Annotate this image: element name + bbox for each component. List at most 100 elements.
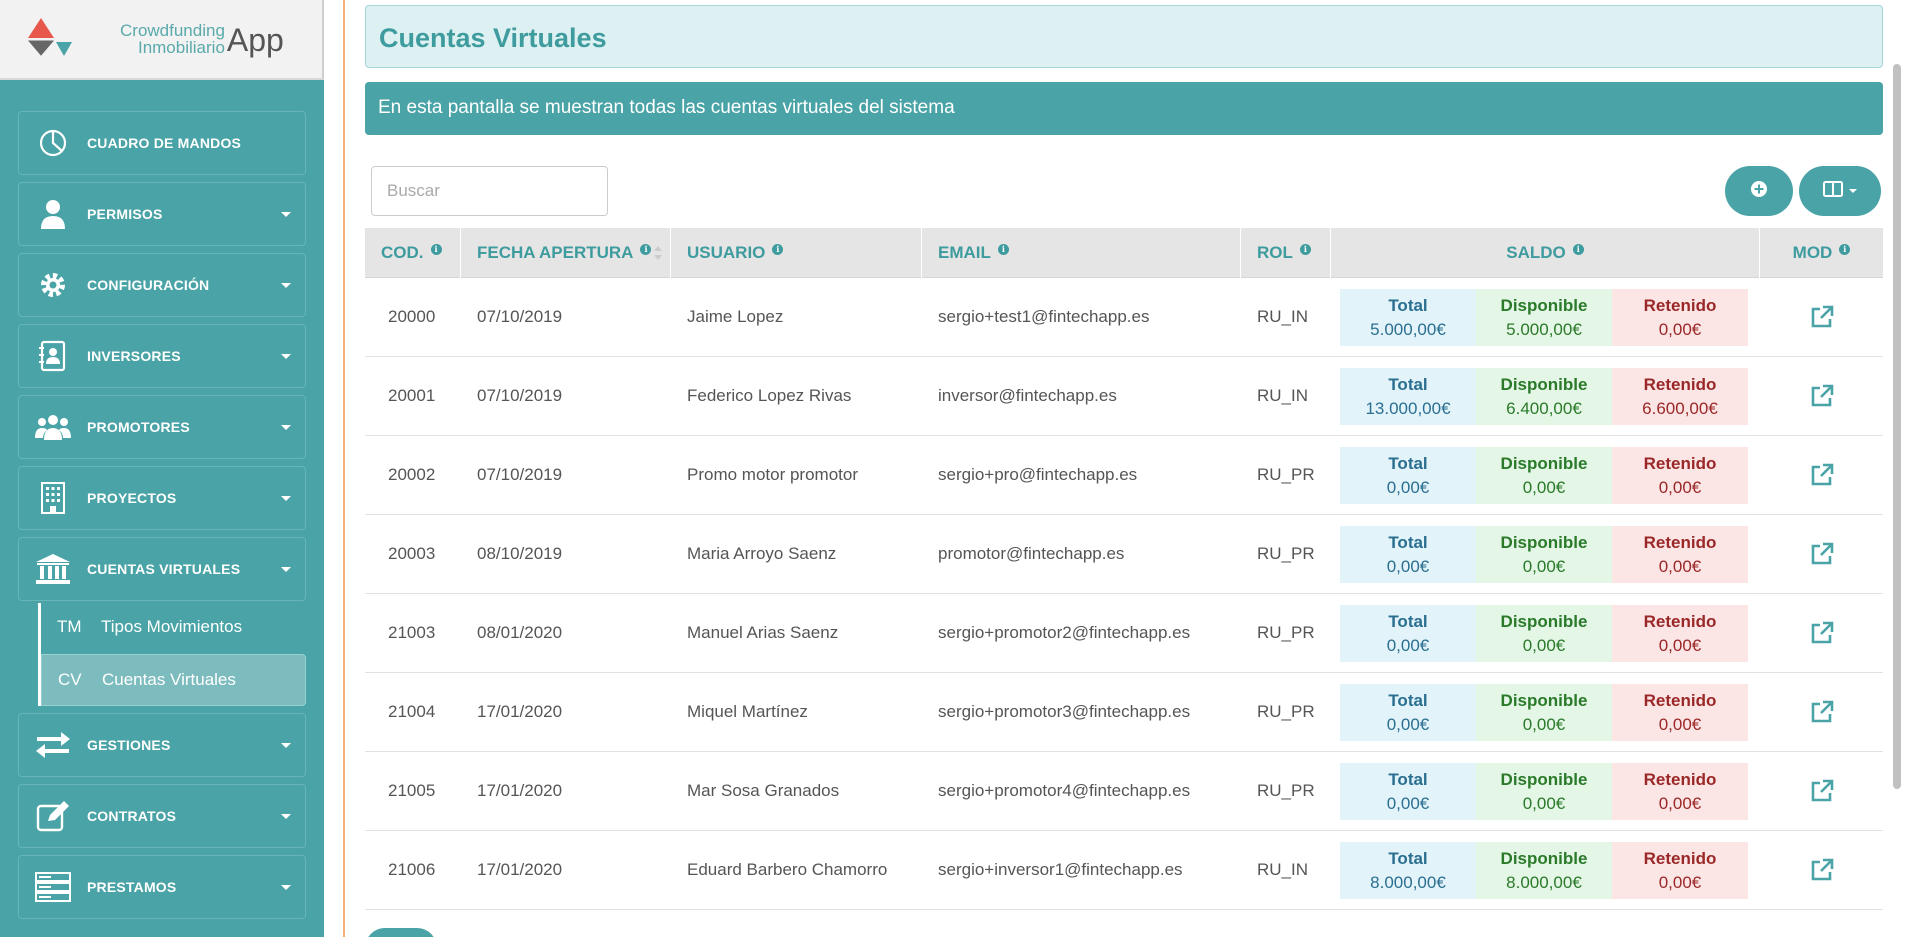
saldo-retenido-label: Retenido	[1643, 453, 1717, 473]
external-link-icon[interactable]	[1809, 304, 1835, 330]
info-icon[interactable]: i	[640, 243, 652, 255]
submenu-item-label: Tipos Movimientos	[101, 616, 243, 636]
external-link-icon[interactable]	[1809, 620, 1835, 646]
saldo-total-label: Total	[1388, 295, 1428, 315]
cell-email: sergio+test1@fintechapp.es	[938, 307, 1150, 326]
cell-usuario: Miquel Martínez	[687, 702, 808, 721]
submenu-item-tipos-movimientos[interactable]: TM Tipos Movimientos	[41, 603, 324, 650]
sidebar-item-prestamos[interactable]: PRESTAMOS	[18, 855, 306, 919]
sidebar-item-proyectos[interactable]: PROYECTOS	[18, 466, 306, 530]
bank-icon	[33, 549, 73, 589]
table-body: 20000 07/10/2019 Jaime Lopez sergio+test…	[365, 278, 1883, 910]
sidebar-item-promotores[interactable]: PROMOTORES	[18, 395, 306, 459]
saldo-total-value: 0,00€	[1386, 714, 1430, 734]
saldo-disponible-label: Disponible	[1500, 374, 1588, 394]
cell-fecha: 17/01/2020	[477, 702, 563, 721]
saldo-total-label: Total	[1388, 690, 1428, 710]
column-header-label: MOD	[1792, 243, 1833, 262]
sidebar-nav: CUADRO DE MANDOS PERMISOS CONFIGURACIÓN …	[0, 80, 324, 919]
column-header-saldo[interactable]: SALDO i	[1331, 228, 1760, 278]
table-row: 20000 07/10/2019 Jaime Lopez sergio+test…	[365, 278, 1883, 357]
cell-fecha: 17/01/2020	[477, 860, 563, 879]
external-link-icon[interactable]	[1809, 857, 1835, 883]
sidebar-item-cuentas-virtuales[interactable]: CUENTAS VIRTUALES	[18, 537, 306, 601]
info-icon[interactable]: i	[772, 243, 784, 255]
sidebar-item-configuracion[interactable]: CONFIGURACIÓN	[18, 253, 306, 317]
search-input[interactable]	[371, 166, 608, 216]
sidebar-item-label: GESTIONES	[87, 737, 171, 753]
add-button[interactable]	[1725, 166, 1793, 216]
sidebar-item-label: PROMOTORES	[87, 419, 190, 435]
column-header-fecha-apertura[interactable]: FECHA APERTURA i	[461, 228, 671, 278]
external-link-icon[interactable]	[1809, 778, 1835, 804]
plus-circle-icon	[1750, 180, 1768, 203]
saldo-retenido: Retenido 0,00€	[1612, 288, 1748, 346]
saldo-total-label: Total	[1388, 769, 1428, 789]
table-row: 21004 17/01/2020 Miquel Martínez sergio+…	[365, 673, 1883, 752]
external-link-icon[interactable]	[1809, 383, 1835, 409]
column-header-mod[interactable]: MOD i	[1760, 228, 1883, 278]
cell-fecha: 07/10/2019	[477, 465, 563, 484]
table-row: 21005 17/01/2020 Mar Sosa Granados sergi…	[365, 752, 1883, 831]
saldo-retenido: Retenido 0,00€	[1612, 841, 1748, 899]
chevron-down-icon	[281, 212, 291, 217]
sidebar-item-label: CONTRATOS	[87, 808, 177, 824]
column-header-email[interactable]: EMAIL i	[922, 228, 1241, 278]
external-link-icon[interactable]	[1809, 462, 1835, 488]
logo[interactable]: Crowdfunding Inmobiliario App	[0, 0, 324, 80]
column-header-label: FECHA APERTURA	[477, 243, 634, 262]
sidebar-item-label: PERMISOS	[87, 206, 163, 222]
column-header-label: ROL	[1257, 243, 1293, 262]
columns-icon	[1823, 180, 1843, 202]
submenu-item-abbr: TM	[57, 616, 82, 636]
pagination-button[interactable]	[365, 928, 437, 937]
gear-icon	[33, 265, 73, 305]
info-icon[interactable]: i	[430, 243, 442, 255]
external-link-icon[interactable]	[1809, 541, 1835, 567]
saldo-retenido-label: Retenido	[1643, 690, 1717, 710]
column-header-rol[interactable]: ROL i	[1241, 228, 1331, 278]
saldo-total-label: Total	[1388, 374, 1428, 394]
saldo-retenido-label: Retenido	[1643, 295, 1717, 315]
saldo-retenido-value: 0,00€	[1658, 793, 1702, 813]
saldo-total-label: Total	[1388, 532, 1428, 552]
scrollbar[interactable]	[1891, 4, 1901, 934]
sidebar-item-contratos[interactable]: CONTRATOS	[18, 784, 306, 848]
logo-text: Crowdfunding Inmobiliario App	[120, 22, 284, 56]
saldo-retenido: Retenido 0,00€	[1612, 446, 1748, 504]
cell-cod: 20003	[388, 544, 436, 563]
accounts-table: COD. i FECHA APERTURA i USUARIO i EMAIL …	[365, 228, 1883, 910]
sidebar-item-permisos[interactable]: PERMISOS	[18, 182, 306, 246]
sort-icon[interactable]	[654, 246, 662, 260]
cell-email: sergio+promotor2@fintechapp.es	[938, 623, 1191, 642]
chevron-down-icon	[281, 743, 291, 748]
cell-email: sergio+inversor1@fintechapp.es	[938, 860, 1183, 879]
scrollbar-thumb[interactable]	[1893, 64, 1901, 789]
info-icon[interactable]: i	[1839, 243, 1851, 255]
column-header-usuario[interactable]: USUARIO i	[671, 228, 922, 278]
saldo-disponible-label: Disponible	[1500, 453, 1588, 473]
building-icon	[33, 478, 73, 518]
saldo-total-value: 0,00€	[1386, 477, 1430, 497]
column-header-cod[interactable]: COD. i	[365, 228, 461, 278]
columns-toggle-button[interactable]	[1799, 166, 1881, 216]
cell-fecha: 17/01/2020	[477, 781, 563, 800]
submenu-item-cuentas-virtuales[interactable]: CV Cuentas Virtuales	[41, 654, 306, 706]
cell-fecha: 07/10/2019	[477, 386, 563, 405]
saldo-total: Total 0,00€	[1340, 525, 1476, 583]
sidebar-item-cuadro-de-mandos[interactable]: CUADRO DE MANDOS	[18, 111, 306, 175]
external-link-icon[interactable]	[1809, 699, 1835, 725]
saldo-total: Total 0,00€	[1340, 446, 1476, 504]
cell-fecha: 07/10/2019	[477, 307, 563, 326]
saldo-disponible-label: Disponible	[1500, 769, 1588, 789]
column-header-label: EMAIL	[938, 243, 991, 262]
cell-saldo: Total 0,00€ Disponible 0,00€ Retenido 0,…	[1331, 762, 1760, 820]
info-icon[interactable]: i	[1572, 243, 1584, 255]
sidebar-item-inversores[interactable]: INVERSORES	[18, 324, 306, 388]
sidebar-item-label: INVERSORES	[87, 348, 181, 364]
page-title: Cuentas Virtuales	[365, 5, 1883, 68]
sidebar-item-gestiones[interactable]: GESTIONES	[18, 713, 306, 777]
saldo-disponible-label: Disponible	[1500, 295, 1588, 315]
info-icon[interactable]: i	[1299, 243, 1311, 255]
info-icon[interactable]: i	[997, 243, 1009, 255]
